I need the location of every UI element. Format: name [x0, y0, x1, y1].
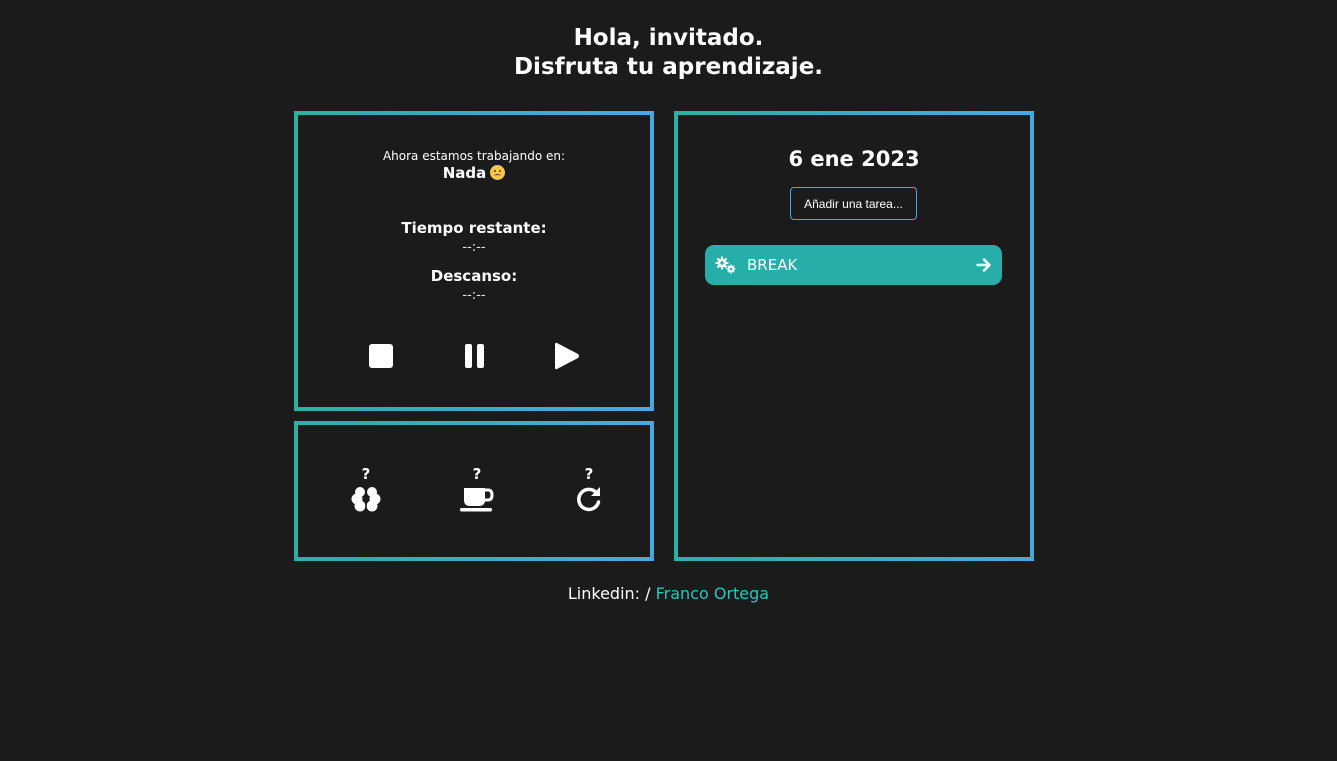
current-date: 6 ene 2023	[788, 147, 920, 171]
coffee-cup-icon	[460, 488, 494, 512]
footer: Linkedin: / Franco Ortega	[0, 584, 1337, 603]
stop-icon	[369, 344, 393, 368]
linkedin-link[interactable]: Franco Ortega	[656, 584, 769, 603]
pause-button[interactable]	[459, 341, 489, 371]
remaining-time-value: --:--	[462, 240, 486, 255]
gears-icon	[715, 256, 736, 274]
tasks-panel: 6 ene 2023 BREAK	[674, 111, 1034, 561]
break-value: --:--	[462, 288, 486, 303]
current-task-name: Nada	[442, 164, 487, 182]
stats-panel: ? ? ?	[294, 421, 654, 561]
play-icon	[555, 342, 579, 370]
greeting-line-1: Hola, invitado.	[573, 25, 764, 51]
break-label: Descanso:	[430, 267, 518, 285]
stat-cycles-value: ?	[584, 465, 594, 483]
stat-focus-value: ?	[361, 465, 371, 483]
stat-focus: ?	[336, 465, 396, 513]
add-task-input[interactable]	[790, 187, 917, 220]
sad-face-icon	[490, 165, 506, 180]
remaining-time-label: Tiempo restante:	[401, 219, 547, 237]
stat-cycles: ?	[559, 465, 619, 513]
brain-icon	[351, 486, 381, 512]
arrow-right-icon[interactable]	[976, 257, 992, 273]
task-item[interactable]: BREAK	[705, 245, 1002, 285]
current-task: Nada	[298, 164, 650, 182]
greeting: Hola, invitado. Disfruta tu aprendizaje.	[0, 24, 1337, 82]
footer-prefix: Linkedin: /	[567, 584, 651, 603]
stop-button[interactable]	[366, 341, 396, 371]
stat-breaks: ?	[447, 465, 507, 513]
task-item-label: BREAK	[747, 256, 798, 274]
redo-icon	[577, 487, 601, 512]
greeting-line-2: Disfruta tu aprendizaje.	[513, 54, 824, 80]
stat-breaks-value: ?	[472, 465, 482, 483]
timer-panel: Ahora estamos trabajando en: Nada Tiempo…	[294, 111, 654, 411]
working-on-label: Ahora estamos trabajando en:	[382, 149, 566, 163]
play-button[interactable]	[552, 341, 582, 371]
pause-icon	[464, 344, 484, 368]
